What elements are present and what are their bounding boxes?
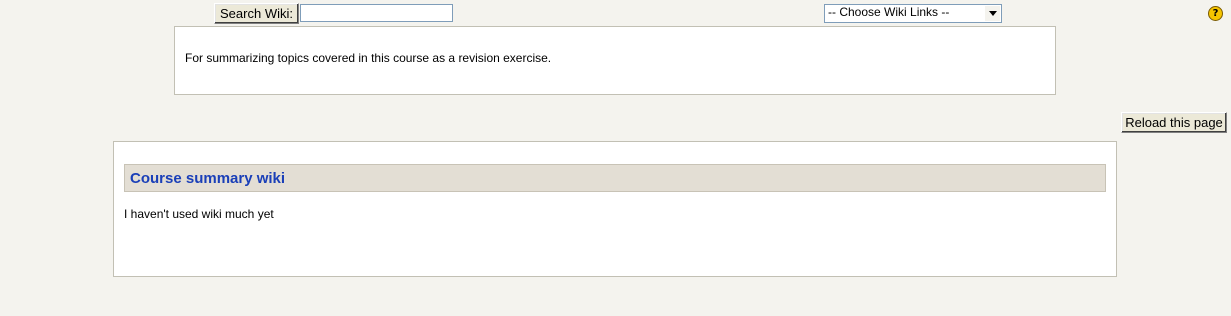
wiki-content-box: Course summary wiki I haven't used wiki … [113, 141, 1117, 277]
wiki-page-body: I haven't used wiki much yet [124, 207, 274, 221]
help-icon[interactable]: ? [1208, 6, 1223, 21]
wiki-links-select[interactable]: -- Choose Wiki Links -- [824, 4, 1002, 23]
chevron-down-icon[interactable] [985, 6, 1000, 21]
wiki-page-heading: Course summary wiki [124, 164, 1106, 192]
wiki-links-selected-label: -- Choose Wiki Links -- [828, 5, 950, 19]
wiki-summary-text: For summarizing topics covered in this c… [185, 51, 552, 65]
wiki-summary-box: For summarizing topics covered in this c… [174, 26, 1056, 95]
reload-page-button[interactable]: Reload this page [1121, 112, 1227, 133]
search-wiki-button[interactable]: Search Wiki: [214, 3, 299, 24]
search-wiki-input[interactable] [300, 4, 453, 22]
wiki-page-title: Course summary wiki [130, 170, 286, 187]
